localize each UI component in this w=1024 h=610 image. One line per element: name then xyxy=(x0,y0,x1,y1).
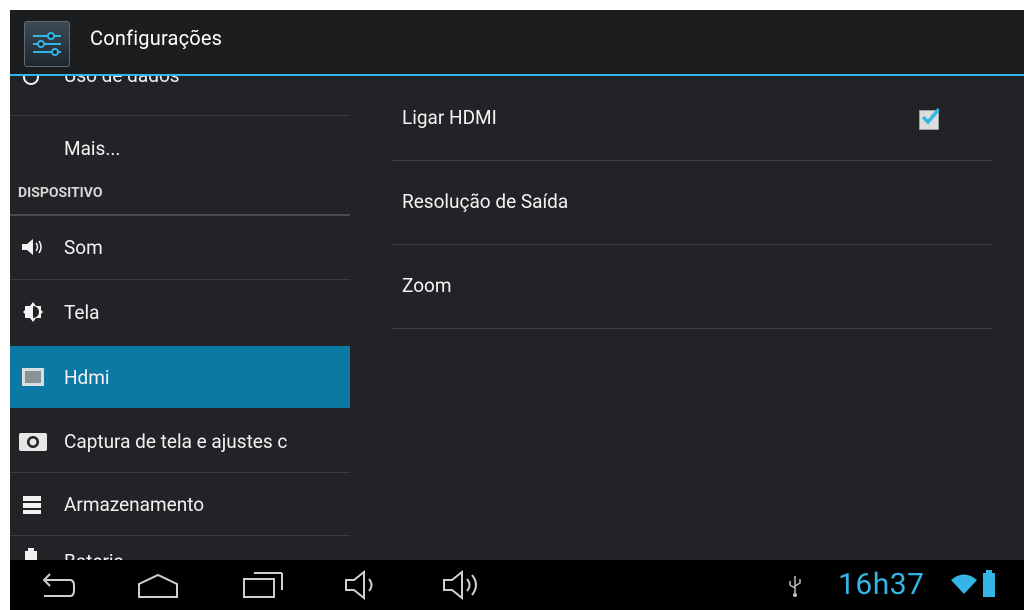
zoom-label: Zoom xyxy=(402,274,452,297)
usb-icon xyxy=(788,574,802,602)
section-header-device: DISPOSITIVO xyxy=(10,180,350,216)
sidebar-item-sound[interactable]: Som xyxy=(10,216,350,278)
sidebar-item-more[interactable]: Mais... xyxy=(10,116,350,178)
navigation-bar: 16h37 xyxy=(10,560,1024,610)
speaker-icon xyxy=(20,236,46,262)
home-icon[interactable] xyxy=(135,572,181,604)
battery-status-icon xyxy=(982,570,996,602)
data-usage-icon xyxy=(22,76,40,90)
sidebar-item-label: Tela xyxy=(64,301,100,324)
sidebar-item-label: Mais... xyxy=(64,137,121,160)
settings-category-list[interactable]: Uso de dados Mais... DISPOSITIVO Som xyxy=(10,76,350,560)
sidebar-item-hdmi[interactable]: Hdmi xyxy=(10,346,350,408)
output-resolution-label: Resolução de Saída xyxy=(402,190,569,213)
action-bar: Configurações xyxy=(10,10,1024,76)
brightness-icon xyxy=(22,301,44,327)
camera-icon xyxy=(18,430,48,456)
sidebar-item-screenshot[interactable]: Captura de tela e ajustes c xyxy=(10,410,350,472)
sidebar-item-label: Hdmi xyxy=(64,366,110,389)
output-resolution-row[interactable]: Resolução de Saída xyxy=(392,160,992,245)
zoom-row[interactable]: Zoom xyxy=(392,244,992,329)
status-clock: 16h37 xyxy=(838,567,925,602)
volume-down-icon[interactable] xyxy=(344,569,384,604)
sidebar-item-data-usage[interactable]: Uso de dados xyxy=(10,76,350,116)
settings-screen: Configurações Uso de dados Mais... DISPO… xyxy=(10,10,1024,610)
sidebar-item-label: Uso de dados xyxy=(64,76,180,87)
hdmi-enable-checkbox[interactable] xyxy=(919,107,939,130)
section-header-label: DISPOSITIVO xyxy=(18,185,103,201)
wifi-icon xyxy=(950,572,978,600)
app-title: Configurações xyxy=(90,26,223,50)
back-icon[interactable] xyxy=(36,572,76,604)
volume-up-icon[interactable] xyxy=(442,569,488,604)
sidebar-item-label: Captura de tela e ajustes c xyxy=(64,430,288,453)
battery-icon xyxy=(24,548,38,560)
recent-apps-icon[interactable] xyxy=(242,570,284,604)
sidebar-item-battery[interactable]: Bateria xyxy=(10,536,350,560)
settings-sliders-icon[interactable] xyxy=(24,21,70,67)
hdmi-enable-row[interactable]: Ligar HDMI xyxy=(392,76,992,161)
sidebar-item-label: Som xyxy=(64,236,103,259)
sidebar-item-label: Armazenamento xyxy=(64,493,205,516)
sidebar-item-label: Bateria xyxy=(64,550,124,560)
sidebar-item-storage[interactable]: Armazenamento xyxy=(10,473,350,535)
hdmi-enable-label: Ligar HDMI xyxy=(402,106,497,129)
monitor-icon xyxy=(21,366,45,392)
storage-icon xyxy=(22,495,42,519)
sidebar-item-display[interactable]: Tela xyxy=(10,280,350,342)
